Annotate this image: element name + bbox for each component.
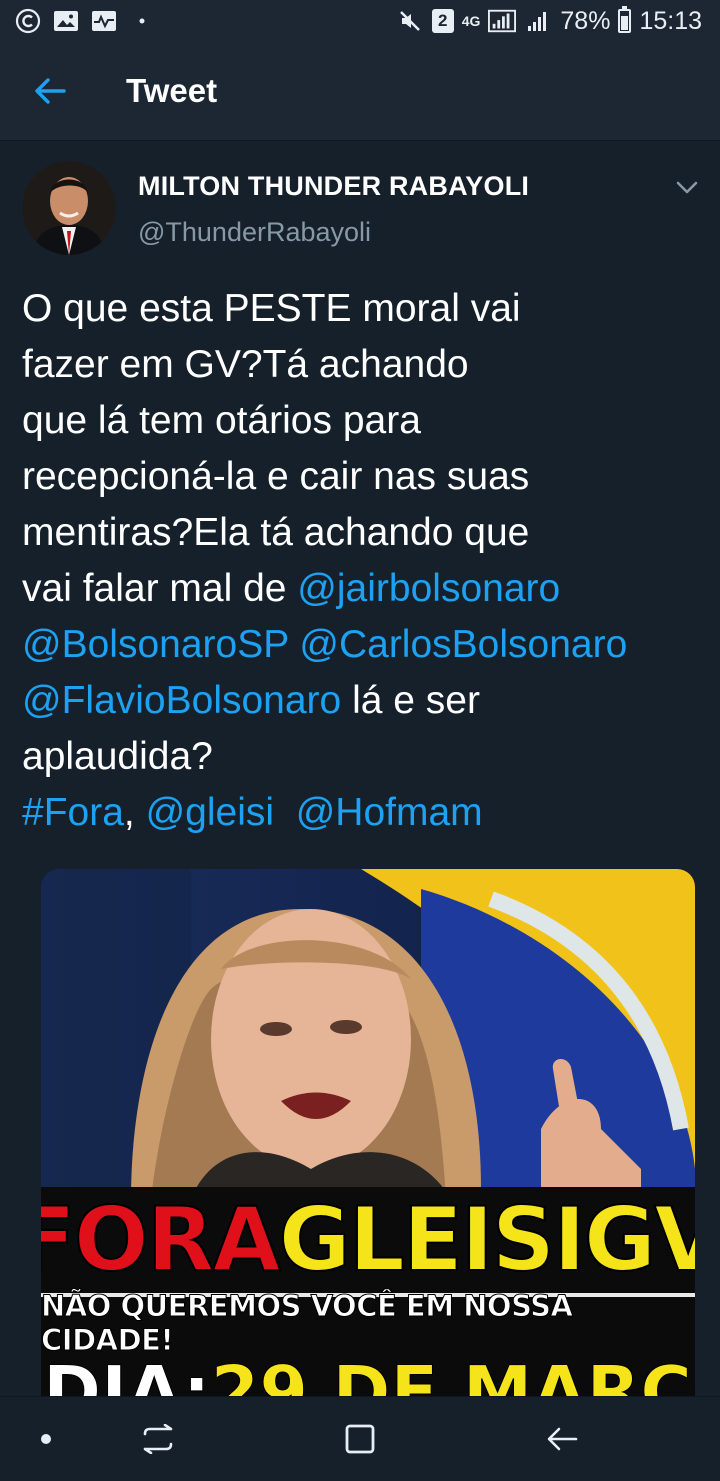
tweet-text-line: que lá tem otários para — [22, 393, 702, 449]
tweet-text-segment — [274, 791, 296, 834]
tweet-text-line: recepcioná-la e cair nas suas — [22, 449, 702, 505]
signal-icon — [488, 8, 517, 34]
tweet-text-line: aplaudida? — [22, 729, 702, 785]
tweet-text-segment: recepcioná-la e cair nas suas — [22, 455, 530, 498]
tweet-detail: MILTON THUNDER RABAYOLI @ThunderRabayoli… — [0, 141, 720, 1397]
recent-apps-icon — [143, 1424, 173, 1454]
page-title: Tweet — [126, 72, 218, 109]
tweet-text-segment: fazer em GV?Tá achando — [22, 343, 469, 386]
status-bar: 2 4G 78% 15:13 — [0, 0, 720, 42]
home-square-icon — [345, 1424, 375, 1454]
signal-2-icon — [524, 8, 552, 34]
network-type: 4G — [461, 12, 481, 29]
tweet-text-segment: O que esta PESTE moral vai — [22, 287, 521, 330]
mention-link[interactable]: @Hofmam — [296, 791, 483, 834]
system-back-button[interactable] — [534, 1415, 590, 1463]
tweet-text-segment: , — [123, 791, 146, 834]
mention-link[interactable]: @FlavioBolsonaro — [22, 679, 341, 722]
home-button[interactable] — [332, 1415, 388, 1463]
recent-apps-button[interactable] — [130, 1415, 186, 1463]
banner-date-prefix: DIA: — [43, 1351, 212, 1398]
mention-link[interactable]: @CarlosBolsonaro — [299, 623, 627, 666]
dot-button[interactable] — [18, 1415, 74, 1463]
tweet-text-segment: mentiras?Ela tá achando que — [22, 511, 530, 554]
tweet-text: O que esta PESTE moral vai fazer em GV?Tá… — [22, 281, 702, 841]
tweet-text-segment: lá e ser — [341, 679, 480, 722]
battery-fill — [621, 15, 629, 30]
pulse-icon — [90, 8, 118, 34]
tweet-text-line: O que esta PESTE moral vai — [22, 281, 702, 337]
back-button[interactable] — [20, 61, 80, 121]
banner-subtitle: NÃO QUEREMOS VOCÊ EM NOSSA CIDADE! — [41, 1289, 574, 1358]
author-name[interactable]: MILTON THUNDER RABAYOLI — [138, 171, 529, 202]
copyright-icon — [14, 8, 42, 34]
banner-headline-red: FORA — [41, 1187, 282, 1292]
hashtag-link[interactable]: #Fora — [22, 791, 124, 834]
tweet-text-segment: vai falar mal de — [22, 567, 298, 610]
dot-icon — [128, 8, 156, 34]
sim-badge: 2 — [431, 9, 454, 33]
mention-link[interactable]: @BolsonaroSP — [22, 623, 289, 666]
tweet-text-line: @FlavioBolsonaro lá e ser — [22, 673, 702, 729]
tweet-options-button[interactable] — [668, 171, 706, 205]
banner-headline-yellow: GLEISIGV — [278, 1187, 695, 1292]
battery-percent: 78% — [560, 6, 611, 35]
dot-icon — [41, 1434, 51, 1444]
tweet-text-line: #Fora, @gleisi @Hofmam — [22, 785, 702, 841]
chevron-down-icon — [676, 181, 698, 194]
author-handle[interactable]: @ThunderRabayoli — [138, 217, 371, 248]
tweet-media-image[interactable]: FORA GLEISIGV NÃO QUEREMOS VOCÊ EM NOSSA … — [41, 869, 695, 1397]
tweet-text-line: mentiras?Ela tá achando que — [22, 505, 702, 561]
tweet-text-line: @BolsonaroSP @CarlosBolsonaro — [22, 617, 702, 673]
clock: 15:13 — [639, 6, 702, 35]
tweet-text-segment: aplaudida? — [22, 735, 213, 778]
battery-icon — [618, 6, 632, 33]
tweet-text-segment: que lá tem otários para — [22, 399, 421, 442]
banner-date: DIA:29 DE MARÇO — [41, 1351, 695, 1398]
tweet-header: MILTON THUNDER RABAYOLI @ThunderRabayoli — [0, 141, 720, 271]
banner-date-value: 29 DE MARÇO — [210, 1351, 695, 1398]
app-bar: Tweet — [0, 42, 720, 141]
navigation-bar — [0, 1396, 720, 1481]
avatar[interactable] — [22, 161, 116, 255]
banner-headline: FORA GLEISIGV — [41, 1187, 695, 1292]
back-arrow-icon — [547, 1427, 578, 1451]
tweet-text-segment — [289, 623, 300, 666]
mention-link[interactable]: @jairbolsonaro — [297, 567, 560, 610]
mute-icon — [396, 8, 424, 34]
mention-link[interactable]: @gleisi — [146, 791, 274, 834]
arrow-left-icon — [35, 78, 66, 104]
tweet-text-line: fazer em GV?Tá achando — [22, 337, 702, 393]
image-icon — [52, 8, 80, 34]
tweet-text-line: vai falar mal de @jairbolsonaro — [22, 561, 702, 617]
